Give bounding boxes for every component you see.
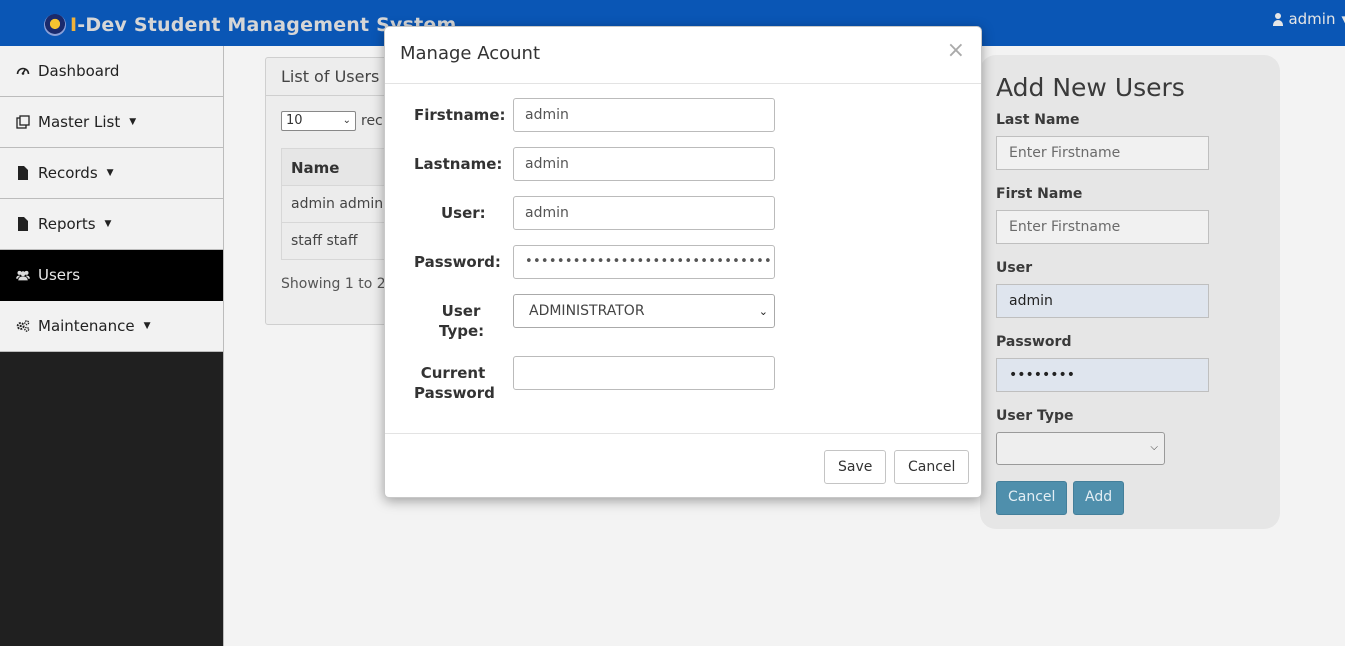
user-label: User: xyxy=(441,204,486,222)
user-type-value: ADMINISTRATOR xyxy=(529,303,645,319)
cancel-button[interactable]: Cancel xyxy=(894,450,970,484)
user-input[interactable]: admin xyxy=(513,196,775,230)
close-icon[interactable]: × xyxy=(947,40,965,62)
lastname-label: Lastname: xyxy=(414,155,503,173)
user-type-label-line1: User xyxy=(441,302,481,320)
modal-header: Manage Acount xyxy=(385,27,981,84)
current-password-input[interactable] xyxy=(513,356,775,390)
current-password-label-line1: Current xyxy=(420,364,486,382)
current-password-label-line2: Password xyxy=(414,384,495,402)
user-type-label-line2: Type: xyxy=(439,322,485,340)
user-type-select[interactable]: ADMINISTRATOR ⌄ xyxy=(513,294,775,328)
chevron-down-icon: ⌄ xyxy=(758,305,768,318)
lastname-input[interactable]: admin xyxy=(513,147,775,181)
modal-footer: Save Cancel xyxy=(385,433,981,497)
current-password-label: Current Password xyxy=(414,363,495,403)
user-type-label: User Type: xyxy=(439,301,485,341)
modal-title: Manage Acount xyxy=(400,43,541,64)
firstname-input[interactable]: admin xyxy=(513,98,775,132)
firstname-label: Firstname: xyxy=(414,106,506,124)
save-button[interactable]: Save xyxy=(824,450,887,484)
manage-account-modal: Manage Acount × Firstname: admin Lastnam… xyxy=(384,26,982,498)
password-label: Password: xyxy=(414,253,501,271)
password-input[interactable]: •••••••••••••••••••••••••••••••• xyxy=(513,245,775,279)
